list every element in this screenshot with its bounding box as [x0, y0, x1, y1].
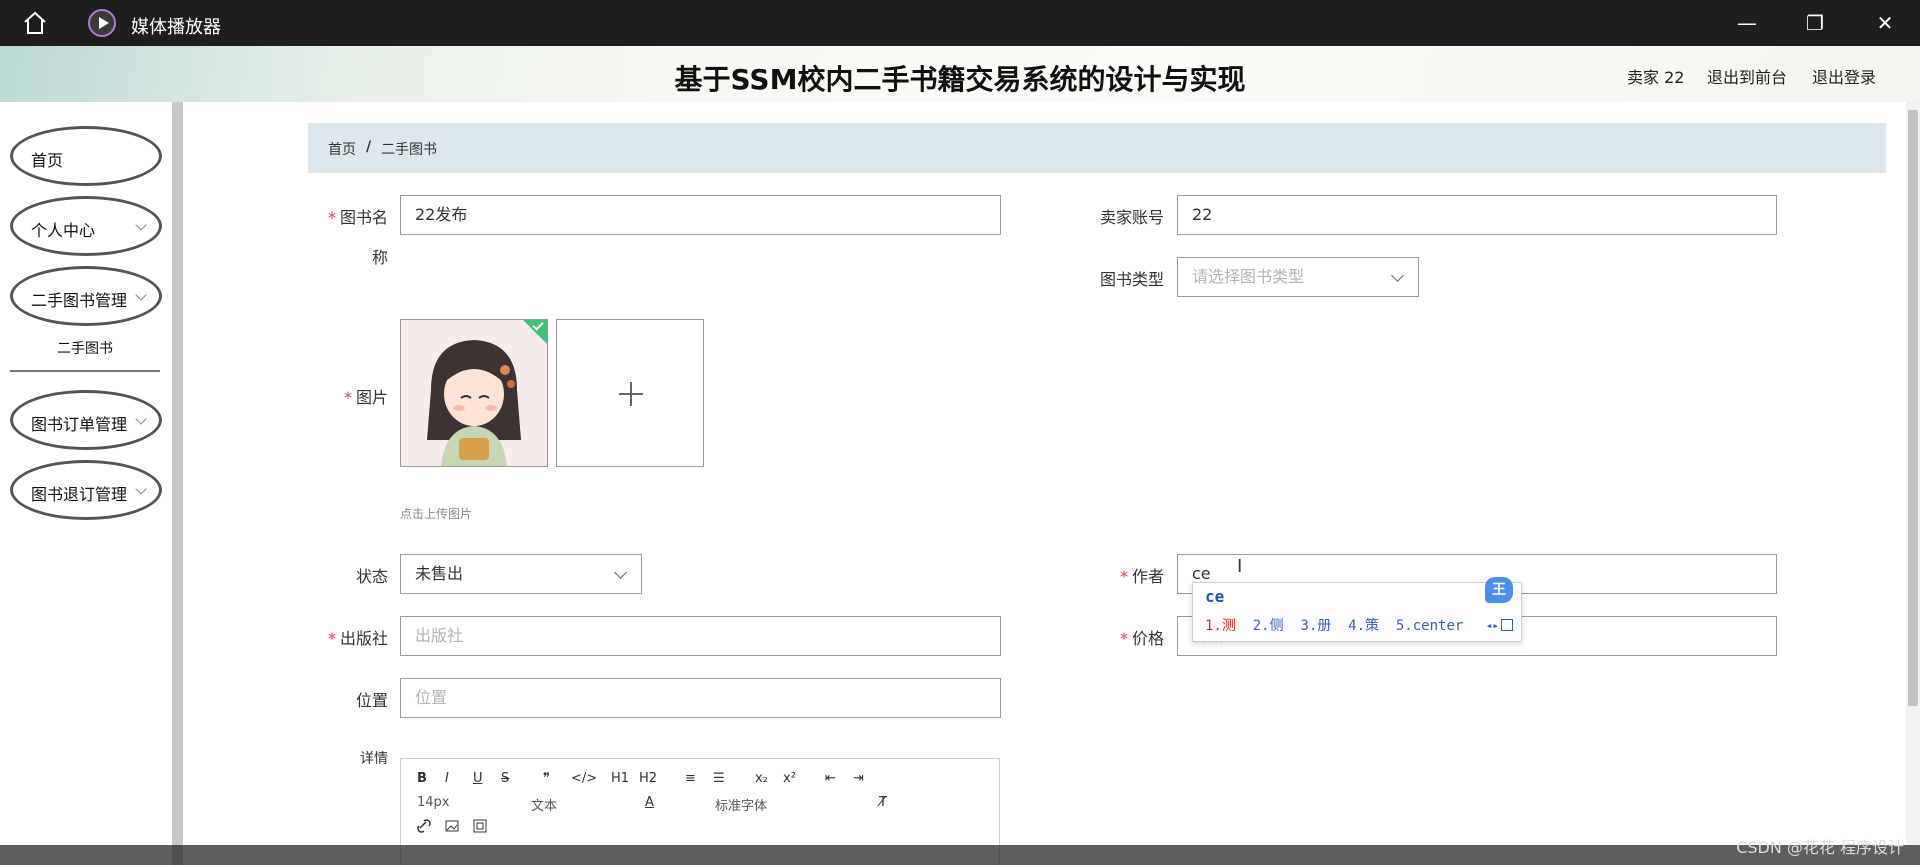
sidebar-item-label: 二手图书管理	[31, 291, 128, 310]
outdent-button[interactable]: ⇤	[825, 771, 836, 786]
details-label: 详情	[360, 751, 388, 767]
text-type-select[interactable]: 文本	[531, 795, 557, 814]
ime-candidate[interactable]: 5.center	[1396, 618, 1463, 634]
ime-expand-icon[interactable]	[1501, 619, 1513, 631]
font-size-select[interactable]: 14px	[417, 795, 450, 810]
book-name-input[interactable]: 22发布	[400, 195, 1001, 235]
ime-candidate-window: ce 1.测 2.侧 3.册 4.策 5.center 王 ◂▸	[1192, 577, 1522, 642]
app-header: 基于SSM校内二手书籍交易系统的设计与实现 卖家 22 退出到前台 退出登录	[0, 46, 1920, 102]
link-icon[interactable]	[417, 819, 431, 833]
book-name-label: * 图书名	[327, 208, 388, 227]
seller-account-label: 卖家账号	[1099, 208, 1164, 227]
sidebar-item-label: 图书订单管理	[31, 415, 128, 434]
breadcrumb-current: 二手图书	[381, 142, 437, 158]
sidebar-item-label: 个人中心	[31, 221, 96, 240]
seller-account-input[interactable]: 22	[1177, 195, 1777, 235]
italic-button[interactable]: I	[445, 771, 449, 786]
restore-button[interactable]: ❐	[1800, 8, 1830, 38]
chevron-down-icon	[1391, 269, 1404, 282]
window-titlebar: 媒体播放器 — ❐ ✕	[0, 0, 1920, 46]
price-label: * 价格	[1119, 629, 1164, 648]
sidebar-item-home[interactable]: 首页	[10, 126, 162, 186]
video-icon[interactable]	[473, 819, 487, 833]
breadcrumb: 首页 / 二手图书	[308, 123, 1886, 173]
close-button[interactable]: ✕	[1870, 8, 1900, 38]
ime-candidate[interactable]: 2.侧	[1253, 618, 1284, 634]
blockquote-button[interactable]: ❞	[543, 771, 550, 786]
font-color-button[interactable]: A	[645, 795, 654, 810]
status-select[interactable]: 未售出	[400, 554, 642, 594]
sidebar-item-personal-center[interactable]: 个人中心	[10, 196, 162, 256]
exit-to-front-link[interactable]: 退出到前台	[1707, 64, 1787, 88]
sidebar-item-label: 首页	[31, 151, 64, 170]
author-label: * 作者	[1119, 567, 1164, 586]
current-user: 卖家 22	[1627, 68, 1685, 87]
add-image-button[interactable]	[556, 319, 704, 467]
status-value: 未售出	[415, 564, 464, 583]
chevron-down-icon	[614, 566, 627, 579]
breadcrumb-home[interactable]: 首页	[328, 139, 356, 159]
ime-logo-icon: 王	[1485, 577, 1513, 603]
ime-candidates: 1.测 2.侧 3.册 4.策 5.center	[1205, 615, 1463, 635]
status-label: 状态	[355, 567, 388, 586]
ime-composition: ce	[1205, 587, 1225, 606]
ime-candidate[interactable]: 1.测	[1205, 618, 1236, 634]
location-label: 位置	[355, 691, 388, 710]
subscript-button[interactable]: x₂	[755, 771, 768, 786]
media-player-controls[interactable]	[0, 845, 1920, 865]
book-type-select[interactable]: 请选择图书类型	[1177, 257, 1419, 297]
h2-button[interactable]: H2	[639, 771, 657, 786]
minimize-button[interactable]: —	[1732, 8, 1762, 38]
ime-candidate[interactable]: 3.册	[1300, 618, 1331, 634]
chevron-down-icon	[135, 219, 147, 231]
image-icon[interactable]	[445, 819, 459, 833]
sidebar-item-book-management[interactable]: 二手图书管理	[10, 266, 162, 326]
sidebar: 首页 个人中心 二手图书管理 二手图书 图书订单管理 图书退订管理	[0, 102, 172, 865]
publisher-input[interactable]: 出版社	[400, 616, 1001, 656]
indent-button[interactable]: ⇥	[853, 771, 864, 786]
sidebar-subitem-used-books[interactable]: 二手图书	[10, 330, 160, 372]
underline-button[interactable]: U	[473, 771, 483, 786]
image-label: * 图片	[343, 388, 388, 407]
chevron-down-icon	[135, 483, 147, 495]
window-title: 媒体播放器	[131, 17, 221, 38]
font-family-select[interactable]: 标准字体	[715, 795, 767, 814]
chevron-down-icon	[135, 289, 147, 301]
h1-button[interactable]: H1	[611, 771, 629, 786]
book-name-label-wrap: 称	[371, 248, 388, 267]
strike-button[interactable]: S	[501, 771, 509, 786]
sidebar-item-order-management[interactable]: 图书订单管理	[10, 390, 162, 450]
home-icon[interactable]	[22, 10, 48, 36]
location-input[interactable]: 位置	[400, 678, 1001, 718]
uploaded-image-thumbnail[interactable]	[400, 319, 548, 467]
ime-candidate[interactable]: 4.策	[1348, 618, 1379, 634]
ime-page-arrows-icon[interactable]: ◂▸	[1486, 619, 1499, 632]
book-type-label: 图书类型	[1099, 270, 1164, 289]
watermark: CSDN @花花 程序设计	[1736, 838, 1904, 857]
breadcrumb-separator: /	[366, 139, 372, 155]
sidebar-divider	[172, 102, 183, 865]
publisher-label: * 出版社	[327, 629, 388, 648]
chevron-down-icon	[135, 413, 147, 425]
logout-link[interactable]: 退出登录	[1812, 64, 1876, 88]
clear-format-button[interactable]: T̸	[879, 795, 887, 810]
page-scrollbar-thumb[interactable]	[1908, 110, 1918, 706]
sidebar-item-label: 图书退订管理	[31, 485, 128, 504]
sidebar-item-refund-management[interactable]: 图书退订管理	[10, 460, 162, 520]
ordered-list-button[interactable]: ≡	[685, 771, 696, 786]
media-player-icon	[88, 9, 116, 37]
bullet-list-button[interactable]: ☰	[713, 771, 725, 786]
superscript-button[interactable]: x²	[783, 771, 796, 786]
text-cursor-icon: I	[1237, 556, 1243, 577]
bold-button[interactable]: B	[417, 771, 427, 786]
upload-hint: 点击上传图片	[400, 507, 473, 521]
code-button[interactable]: </>	[571, 771, 597, 786]
book-type-placeholder: 请选择图书类型	[1192, 267, 1305, 286]
